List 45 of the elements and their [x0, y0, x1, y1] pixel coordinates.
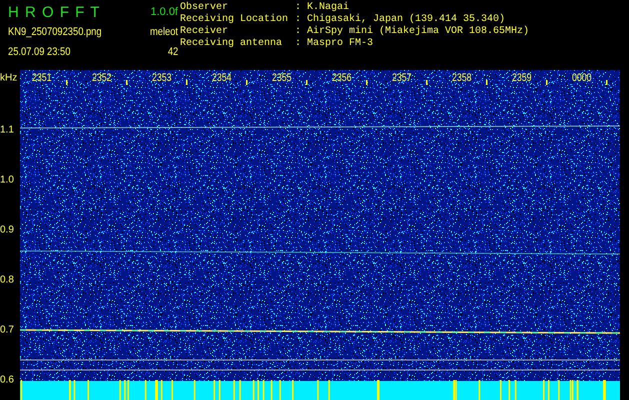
unit-label: kHz	[0, 72, 18, 84]
datetime-label: 25.07.09 23:50	[8, 46, 70, 58]
info-label: Receiving Location	[180, 14, 290, 26]
tick-mark	[246, 80, 248, 85]
time-label: 0000	[572, 72, 592, 84]
tick-mark	[306, 80, 308, 85]
mode-label: meleot	[150, 26, 178, 38]
frequency-label: 0.8	[0, 274, 14, 286]
time-label: 2354	[212, 72, 232, 84]
tick-mark	[66, 80, 68, 85]
time-label: 2357	[392, 72, 412, 84]
time-label: 2356	[332, 72, 352, 84]
colon-separator: :	[295, 26, 302, 38]
app-name: H R O F F T	[8, 4, 102, 20]
tick-mark	[606, 80, 608, 85]
info-value: AirSpy mini (Miakejima VOR 108.65MHz)	[307, 26, 530, 38]
frequency-label: 1.1	[0, 124, 14, 136]
time-label: 2351	[32, 72, 52, 84]
info-label: Receiving antenna	[180, 38, 284, 50]
info-label: Receiver	[180, 26, 230, 38]
frequency-label: 0.7	[0, 324, 14, 336]
info-value: Maspro FM-3	[307, 38, 374, 50]
filename-label: KN9_2507092350.png	[8, 26, 102, 38]
tick-mark	[366, 80, 368, 85]
time-label: 2359	[512, 72, 532, 84]
version-label: 1.0.0f	[150, 6, 178, 18]
tick-mark	[426, 80, 428, 85]
info-value: K.Nagai	[307, 2, 350, 14]
time-label: 2355	[272, 72, 292, 84]
frequency-label: 0.9	[0, 224, 14, 236]
colon-separator: :	[295, 38, 302, 50]
colon-separator: :	[295, 14, 302, 26]
frequency-label: 1.0	[0, 174, 14, 186]
tick-mark	[186, 80, 188, 85]
count-label: 42	[168, 46, 178, 58]
tick-mark	[126, 80, 128, 85]
tick-mark	[546, 80, 548, 85]
time-label: 2352	[92, 72, 112, 84]
info-label: Observer	[180, 2, 230, 14]
colon-separator: :	[295, 2, 302, 14]
info-value: Chigasaki, Japan (139.414 35.340)	[307, 14, 506, 26]
time-label: 2358	[452, 72, 472, 84]
frequency-label: 0.6	[0, 374, 14, 386]
time-label: 2353	[152, 72, 172, 84]
tick-mark	[486, 80, 488, 85]
